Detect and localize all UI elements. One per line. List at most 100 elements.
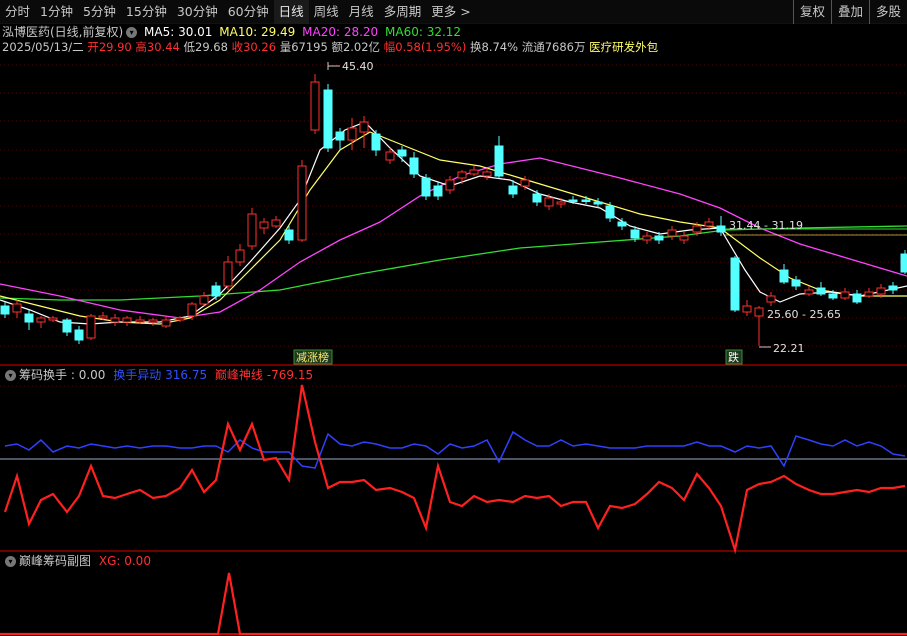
candle-body <box>371 133 381 151</box>
sub1-blue-value: 316.75 <box>165 368 208 382</box>
candle <box>457 170 467 184</box>
candle <box>804 286 814 296</box>
period-tab-weekly[interactable]: 周线 <box>309 0 344 24</box>
toolbar-right-group: 复权 叠加 多股 <box>792 0 907 24</box>
peak-god-line <box>3 384 906 555</box>
candle <box>520 176 530 190</box>
sub1-title: 筹码换手 <box>19 368 68 382</box>
main-grid <box>0 64 907 347</box>
chevron-down-icon[interactable]: ▾ <box>126 27 138 38</box>
candle <box>335 128 345 150</box>
candle <box>779 264 789 284</box>
turnover-value: 8.74% <box>481 40 519 54</box>
xg-signal-line <box>0 572 907 636</box>
candle <box>445 176 455 194</box>
period-tab-daily[interactable]: 日线 <box>273 0 309 24</box>
candle <box>259 218 269 234</box>
candle-body <box>359 121 369 133</box>
period-tab-multi[interactable]: 多周期 <box>379 0 427 24</box>
candle-body <box>397 149 407 157</box>
period-toolbar: 分时 1分钟 5分钟 15分钟 30分钟 60分钟 日线 周线 月线 多周期 更… <box>0 0 907 24</box>
adjust-button[interactable]: 复权 <box>792 0 831 24</box>
candle <box>359 116 369 148</box>
candle-body <box>581 199 591 202</box>
candle-body <box>421 177 431 197</box>
candle <box>766 292 776 306</box>
sub2-xg-value: 0.00 <box>124 554 151 568</box>
amount-label: 额 <box>331 40 343 54</box>
candle <box>791 276 801 290</box>
ma10-line <box>0 131 907 325</box>
candle-body <box>544 197 554 207</box>
candle <box>421 174 431 200</box>
candle-body <box>605 205 615 219</box>
candle-body <box>494 145 504 177</box>
candle <box>742 300 752 316</box>
more-menu[interactable]: 更多 > <box>426 0 475 24</box>
candle <box>122 316 132 326</box>
candle <box>532 190 542 206</box>
candlestick-series <box>0 74 907 346</box>
period-tab-5min[interactable]: 5分钟 <box>78 0 121 24</box>
candle-body <box>840 291 850 299</box>
candle <box>754 306 764 346</box>
overlay-button[interactable]: 叠加 <box>830 0 869 24</box>
candle-body <box>716 225 726 233</box>
candle-body <box>98 315 108 319</box>
candle-body <box>385 151 395 161</box>
chart-canvas[interactable]: 45.40 31.44 - 31.19 25.60 - 25.65 22.21 … <box>0 0 907 636</box>
tag-fall-text: 跌 <box>728 350 739 364</box>
candle-body <box>223 261 233 287</box>
ma20-path <box>0 157 907 319</box>
tag-reduce-text: 减涨榜 <box>296 350 329 364</box>
range-label-1: 31.44 - 31.19 <box>729 219 803 232</box>
candle-body <box>433 185 443 197</box>
candle-body <box>199 295 209 305</box>
candle <box>654 232 664 244</box>
open-label: 开 <box>87 40 99 54</box>
candle-body <box>667 229 677 237</box>
sub1-value: : 0.00 <box>70 368 106 382</box>
period-tab-fenshi[interactable]: 分时 <box>0 0 35 24</box>
chevron-right-icon: > <box>460 3 471 19</box>
candle <box>223 256 233 290</box>
more-label: 更多 <box>431 3 457 19</box>
candle-body <box>804 289 814 295</box>
candle-body <box>259 221 269 229</box>
candle-body <box>161 319 171 327</box>
multi-stock-button[interactable]: 多股 <box>868 0 907 24</box>
period-tab-60min[interactable]: 60分钟 <box>223 0 274 24</box>
candle-body <box>730 257 740 311</box>
candle-body <box>568 199 578 202</box>
period-tab-30min[interactable]: 30分钟 <box>172 0 223 24</box>
period-tab-15min[interactable]: 15分钟 <box>121 0 172 24</box>
candle <box>556 198 566 208</box>
turnover-anomaly-line <box>4 430 906 469</box>
candle-body <box>742 305 752 313</box>
period-tab-1min[interactable]: 1分钟 <box>35 0 78 24</box>
ma60-value: MA60: 32.12 <box>385 25 462 39</box>
chevron-down-icon[interactable]: ▾ <box>5 370 16 381</box>
ma20-value: MA20: 28.20 <box>302 25 379 39</box>
ma20-line <box>0 157 907 319</box>
ma60-path <box>0 225 907 301</box>
candle <box>617 218 627 230</box>
stock-title: 泓博医药(日线,前复权) <box>2 25 124 39</box>
candle <box>864 288 874 298</box>
period-tab-monthly[interactable]: 月线 <box>344 0 379 24</box>
sub2-header: ▾ 巅峰筹码副图 XG: 0.00 <box>2 553 151 569</box>
candle-body <box>24 313 34 323</box>
candle <box>310 74 320 134</box>
candle-body <box>630 229 640 239</box>
volume-value: 67195 <box>291 40 328 54</box>
ma60-line <box>0 225 907 301</box>
chevron-down-icon[interactable]: ▾ <box>5 556 16 567</box>
low-label: 低 <box>183 40 196 54</box>
candle-body <box>766 295 776 303</box>
candle <box>74 326 84 344</box>
candle-body <box>211 285 221 297</box>
candle-body <box>654 235 664 241</box>
float-label: 流通 <box>521 40 545 54</box>
close-value: 30.26 <box>243 40 277 54</box>
candle-body <box>12 303 22 313</box>
